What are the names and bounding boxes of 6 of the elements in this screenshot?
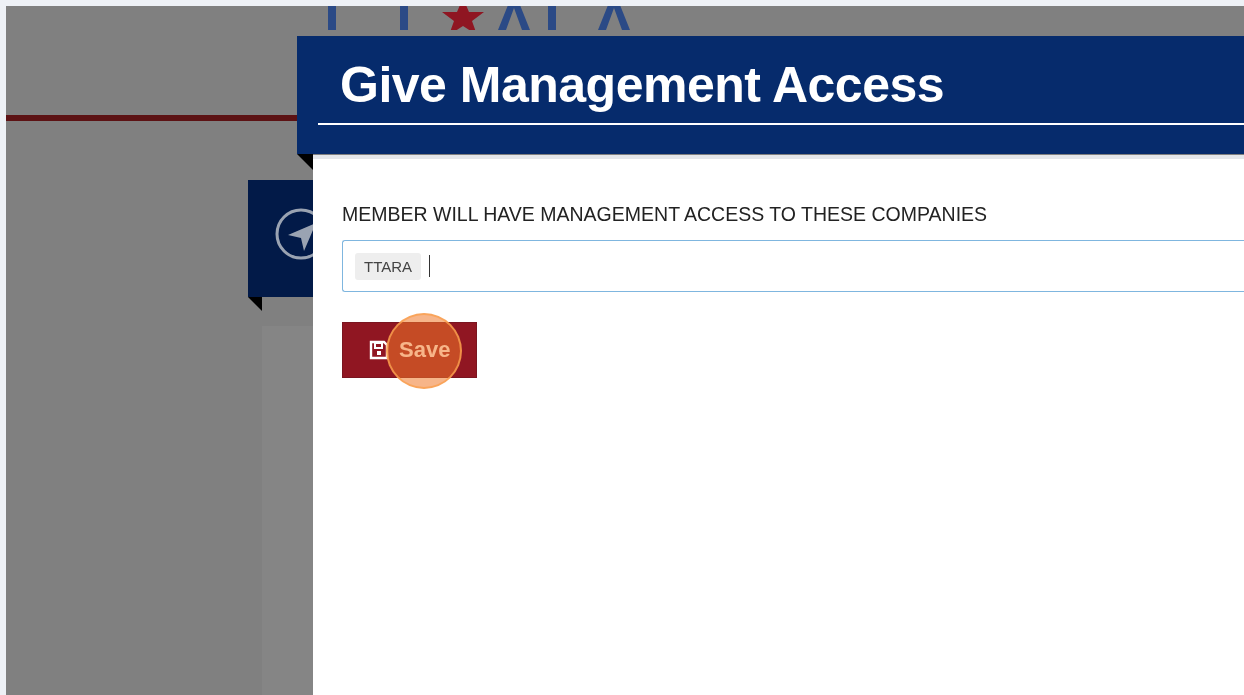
- company-tag[interactable]: TTARA: [355, 252, 422, 280]
- dialog-title: Give Management Access: [340, 56, 945, 114]
- text-cursor: [429, 255, 431, 277]
- companies-field[interactable]: TTARA: [342, 240, 1244, 292]
- save-icon: [369, 340, 389, 360]
- field-label: MEMBER WILL HAVE MANAGEMENT ACCESS TO THESE COMPANIES: [342, 203, 989, 226]
